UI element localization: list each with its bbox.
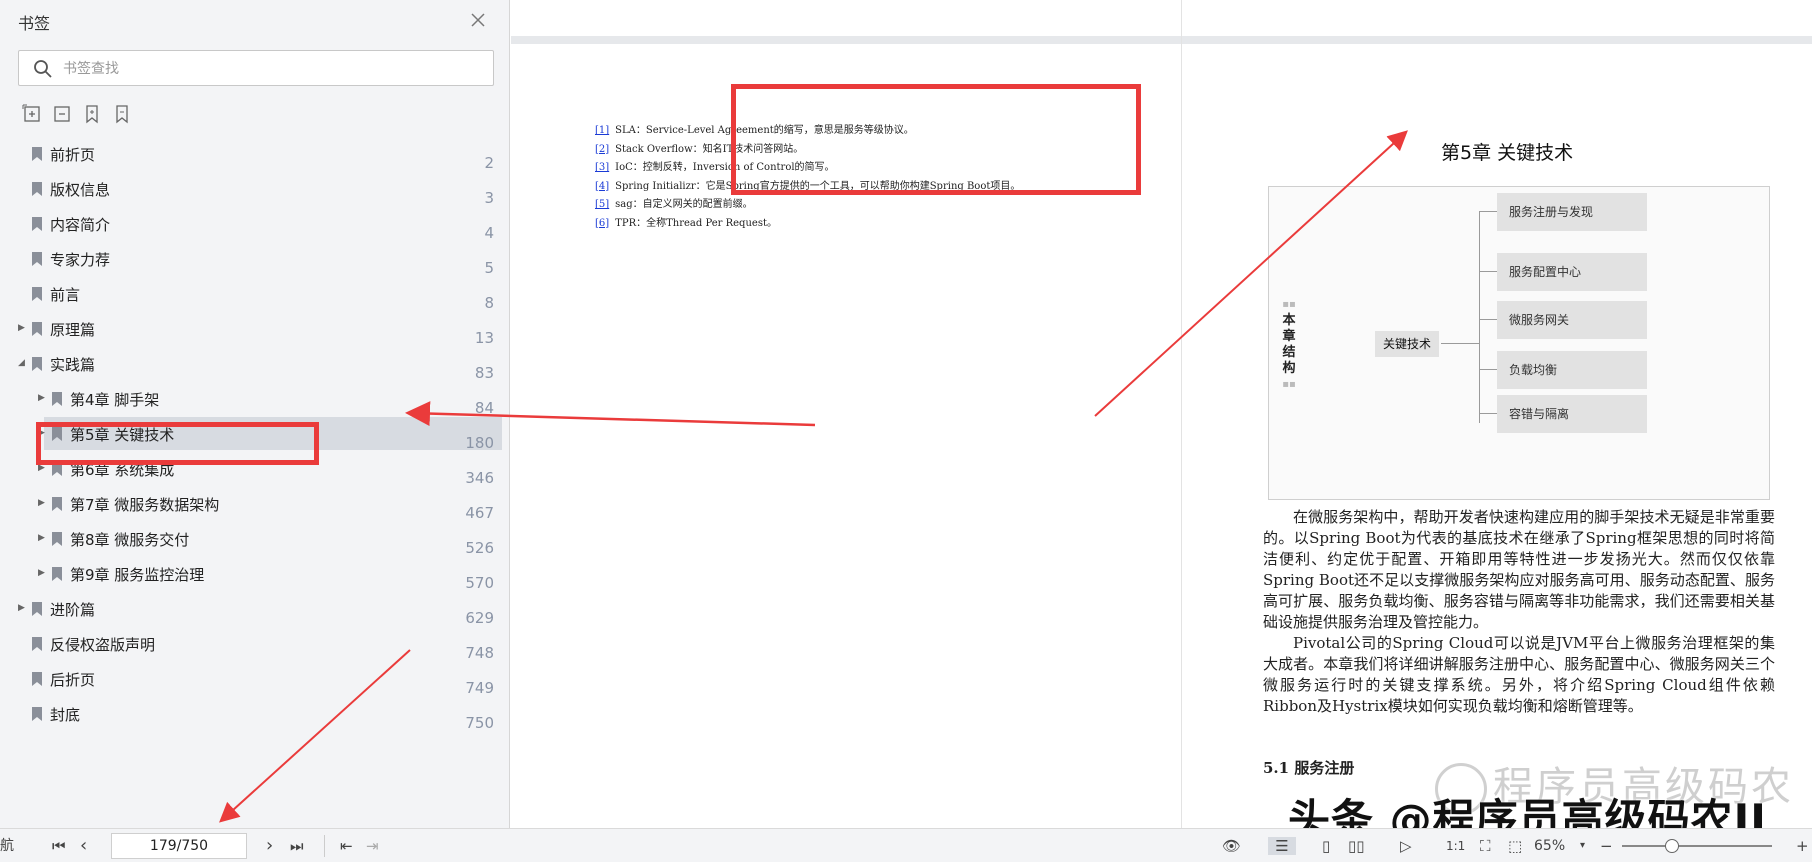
zoom-out-icon[interactable]: − — [1600, 837, 1613, 855]
zoom-slider-knob[interactable] — [1665, 839, 1679, 853]
play-icon[interactable]: ▷ — [1400, 837, 1412, 855]
nav-label[interactable]: 航 — [0, 837, 14, 855]
page-number-input[interactable] — [111, 833, 247, 859]
forward-icon[interactable]: ⇥ — [366, 837, 379, 855]
divider — [324, 835, 325, 857]
annotation-arrows — [219, 130, 1408, 823]
two-page-icon[interactable]: ▯▯ — [1348, 837, 1365, 855]
eye-icon[interactable]: 👁 — [1222, 837, 1241, 855]
status-bar: 航 ⏮ ‹ › ⏭ ⇤ ⇥ 👁 ☰ ▯ ▯▯ ▷ 1:1 ⛶ ⬚ 65% ▾ −… — [0, 828, 1812, 862]
pdf-reader-window: 书签 前折页2版权信息3内容简介4专家力荐5前言8▶原理篇13◢实践篇83▶第4… — [0, 0, 1812, 862]
zoom-in-icon[interactable]: + — [1796, 837, 1809, 855]
continuous-page-icon[interactable]: ☰ — [1268, 837, 1296, 855]
last-page-icon[interactable]: ⏭ — [290, 837, 304, 855]
first-page-icon[interactable]: ⏮ — [52, 837, 66, 855]
fit-page-icon[interactable]: ⛶ — [1480, 837, 1491, 855]
next-page-icon[interactable]: › — [266, 837, 273, 855]
zoom-dropdown-icon[interactable]: ▾ — [1580, 837, 1585, 855]
fit-width-icon[interactable]: ⬚ — [1508, 837, 1522, 855]
zoom-level[interactable]: 65% — [1534, 837, 1565, 855]
zoom-slider-track[interactable] — [1622, 845, 1772, 847]
single-page-icon[interactable]: ▯ — [1322, 837, 1330, 855]
back-icon[interactable]: ⇤ — [340, 837, 353, 855]
actual-size-icon[interactable]: 1:1 — [1446, 837, 1465, 855]
prev-page-icon[interactable]: ‹ — [80, 837, 87, 855]
